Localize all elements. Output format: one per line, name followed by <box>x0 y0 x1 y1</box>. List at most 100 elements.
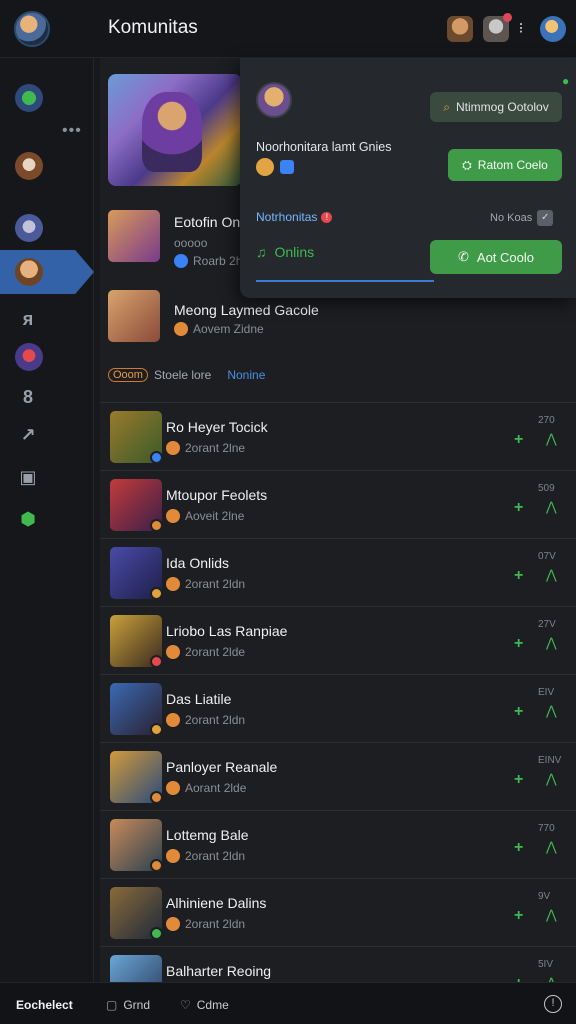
server-icon-4[interactable] <box>15 343 43 371</box>
list-item-title: Balharter Reoing <box>166 963 272 979</box>
badge-icon[interactable]: 8 <box>17 386 39 408</box>
heart-icon: ♡ <box>180 998 191 1012</box>
upvote-icon[interactable]: ⋀ <box>546 839 557 855</box>
add-icon[interactable]: + <box>514 703 523 721</box>
thumbnail-badge-icon <box>150 587 162 599</box>
list-item-sub: 2orant 2lde <box>166 645 245 659</box>
popup-label-text: Notrhonitas <box>256 210 318 224</box>
featured-thumbnail <box>108 210 160 262</box>
list-item-sub-text: 2orant 2lde <box>185 645 246 659</box>
list-item-sub: 2orant 2ldn <box>166 917 245 931</box>
add-icon[interactable]: + <box>514 431 523 449</box>
list-item-title: Das Liatile <box>166 691 232 707</box>
popup-top-button[interactable]: ⌕ Ntimmog Ootolov <box>430 92 562 122</box>
bottom-item-1[interactable]: Eochelect <box>16 998 73 1012</box>
list-thumbnail <box>110 411 162 463</box>
popup-avatar[interactable] <box>256 82 292 118</box>
add-icon[interactable]: + <box>514 771 523 789</box>
camera-icon[interactable]: ▣ <box>17 466 39 488</box>
list-item-sub: 2orant 2ldn <box>166 577 245 591</box>
popup-green-button[interactable]: ⛭ Ratom Coelo <box>448 149 562 181</box>
list-item-sub: 2orant 2ldn <box>166 849 245 863</box>
list-item[interactable]: Alhiniene Dalins 2orant 2ldn 9V + ⋀ <box>100 879 576 947</box>
list-thumbnail <box>110 887 162 939</box>
profile-icon[interactable] <box>447 16 473 42</box>
community-icon[interactable]: ᴙ <box>17 308 39 330</box>
status-pill: Ooom <box>108 368 148 382</box>
bottom-item-2[interactable]: ▢ Grnd <box>106 998 150 1012</box>
add-icon[interactable]: + <box>514 567 523 585</box>
popup-right-label[interactable]: No Koas ✓ <box>490 210 554 226</box>
notification-dot <box>503 13 512 22</box>
emoji-icon <box>256 158 274 176</box>
hero-banner[interactable] <box>108 74 242 186</box>
list-thumbnail <box>110 547 162 599</box>
server-icon-active[interactable] <box>0 250 94 294</box>
list-item-title: Panloyer Reanale <box>166 759 278 775</box>
upvote-icon[interactable]: ⋀ <box>546 431 557 447</box>
featured-sub: ooooo <box>174 236 208 250</box>
add-icon[interactable]: + <box>514 499 523 517</box>
status-icon <box>166 645 180 659</box>
list-item[interactable]: Lottemg Bale 2orant 2ldn 770 + ⋀ <box>100 811 576 879</box>
bottom-item-2-label: Grnd <box>123 998 151 1012</box>
status-icon <box>166 577 180 591</box>
popup-call-button[interactable]: ✆ Aot Coolo <box>430 240 562 274</box>
list-item[interactable]: Lriobo Las Ranpiae 2orant 2lde 27V + ⋀ <box>100 607 576 675</box>
list-item[interactable]: Ro Heyer Tocick 2orant 2lne 270 + ⋀ <box>100 403 576 471</box>
upvote-icon[interactable]: ⋀ <box>546 567 557 583</box>
list-item-sub: 2orant 2ldn <box>166 713 245 727</box>
notifications-icon[interactable] <box>483 13 512 42</box>
upvote-icon[interactable]: ⋀ <box>546 499 557 515</box>
tag-icon <box>280 160 294 174</box>
upvote-icon[interactable]: ⋀ <box>546 907 557 923</box>
upvote-icon[interactable]: ⋀ <box>546 975 557 982</box>
list-item-sub-text: 2orant 2ldn <box>185 577 246 591</box>
list-item-title: Alhiniene Dalins <box>166 895 267 911</box>
checkbox-icon[interactable]: ✓ <box>537 210 554 226</box>
server-icon-2[interactable] <box>15 152 43 180</box>
top-bar: Komunitas ⁝ <box>0 0 576 58</box>
upvote-icon[interactable]: ⋀ <box>546 703 557 719</box>
upvote-icon[interactable]: ⋀ <box>546 771 557 787</box>
tab-underline <box>256 280 434 282</box>
bell-icon: ♫ <box>256 244 267 260</box>
list-item[interactable]: Mtoupor Feolets Aoveit 2lne 509 + ⋀ <box>100 471 576 539</box>
list-item[interactable]: Das Liatile 2orant 2ldn EIV + ⋀ <box>100 675 576 743</box>
status-icon <box>166 917 180 931</box>
popup-mini-icons <box>256 158 294 176</box>
popup-card: ● ⌕ Ntimmog Ootolov Noorhonitara lamt Gn… <box>240 58 576 298</box>
add-icon[interactable]: + <box>514 839 523 857</box>
share-icon[interactable]: ↗ <box>17 424 39 446</box>
user-avatar[interactable] <box>14 11 50 47</box>
account-icon[interactable] <box>540 16 566 42</box>
list-item-meta: 509 <box>538 483 555 494</box>
add-icon[interactable]: + <box>514 635 523 653</box>
status-link[interactable]: Nonine <box>227 368 265 382</box>
list-item-sub-text: 2orant 2ldn <box>185 849 246 863</box>
help-icon[interactable]: ! <box>544 995 562 1013</box>
list-item[interactable]: Balharter Reoing 5IV + ⋀ <box>100 947 576 982</box>
server-icon-1[interactable] <box>15 84 43 112</box>
phone-icon: ✆ <box>458 249 469 264</box>
popup-call-button-label: Aot Coolo <box>476 249 534 265</box>
add-icon[interactable]: + <box>514 907 523 925</box>
list-item[interactable]: Ida Onlids 2orant 2ldn 07V + ⋀ <box>100 539 576 607</box>
featured-item[interactable]: Meong Laymed Gacole Aovem Zidne <box>108 290 568 346</box>
shield-icon[interactable]: ⬢ <box>17 508 39 530</box>
bottom-item-3[interactable]: ♡ Cdme <box>180 998 229 1012</box>
upvote-icon[interactable]: ⋀ <box>546 635 557 651</box>
thumbnail-badge-icon <box>150 791 162 803</box>
list-thumbnail <box>110 751 162 803</box>
list-item[interactable]: Panloyer Reanale Aorant 2lde EINV + ⋀ <box>100 743 576 811</box>
more-vertical-icon[interactable]: ⁝ <box>514 16 528 42</box>
status-icon <box>166 509 180 523</box>
server-icon-3[interactable] <box>15 214 43 242</box>
list-item-title: Lriobo Las Ranpiae <box>166 623 288 639</box>
status-line: Ooom Stoele lore Nonine <box>108 368 265 382</box>
featured-sub-text: Aovem Zidne <box>193 322 264 336</box>
more-icon[interactable]: ••• <box>62 122 82 140</box>
online-tab[interactable]: ♫ Onlins <box>256 244 314 260</box>
add-icon[interactable]: + <box>514 975 523 982</box>
list-item-title: Mtoupor Feolets <box>166 487 268 503</box>
